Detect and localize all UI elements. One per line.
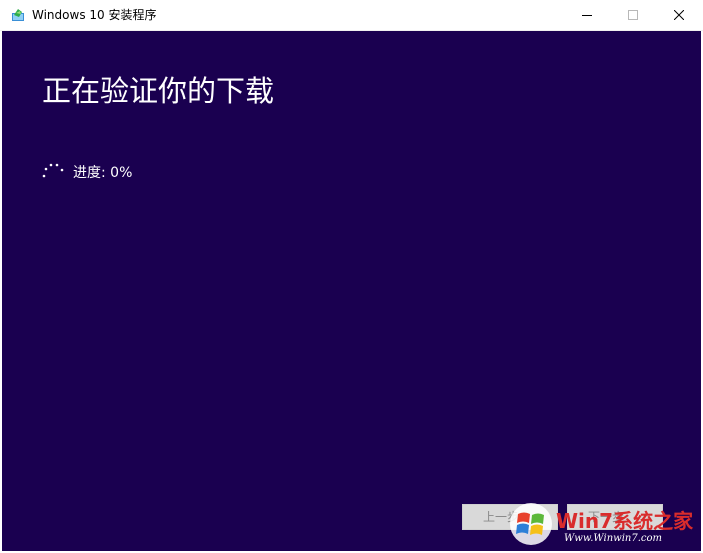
windows-flag-logo-icon: [510, 503, 552, 545]
setup-app-icon: [12, 9, 24, 21]
window-title: Windows 10 安装程序: [32, 8, 157, 22]
site-watermark: Win7系统之家 Www.Winwin7.com: [508, 500, 700, 552]
progress-text: 进度: 0%: [73, 165, 133, 181]
setup-content: 正在验证你的下载 进度: 0% 上一步 下一步: [2, 31, 701, 551]
maximize-icon: [628, 10, 638, 20]
close-button[interactable]: [656, 0, 702, 31]
page-heading: 正在验证你的下载: [42, 74, 275, 108]
maximize-button[interactable]: [610, 0, 656, 31]
minimize-icon: [582, 15, 592, 16]
title-bar[interactable]: Windows 10 安装程序: [0, 0, 703, 31]
watermark-brand: Win7系统之家: [556, 509, 694, 533]
watermark-url: Www.Winwin7.com: [564, 533, 662, 544]
setup-window: Windows 10 安装程序 正在验证你的下载 进度: 0% 上一步 下一步 …: [0, 0, 703, 553]
close-icon: [674, 10, 684, 20]
loading-spinner-icon: [42, 163, 64, 178]
minimize-button[interactable]: [564, 0, 610, 31]
